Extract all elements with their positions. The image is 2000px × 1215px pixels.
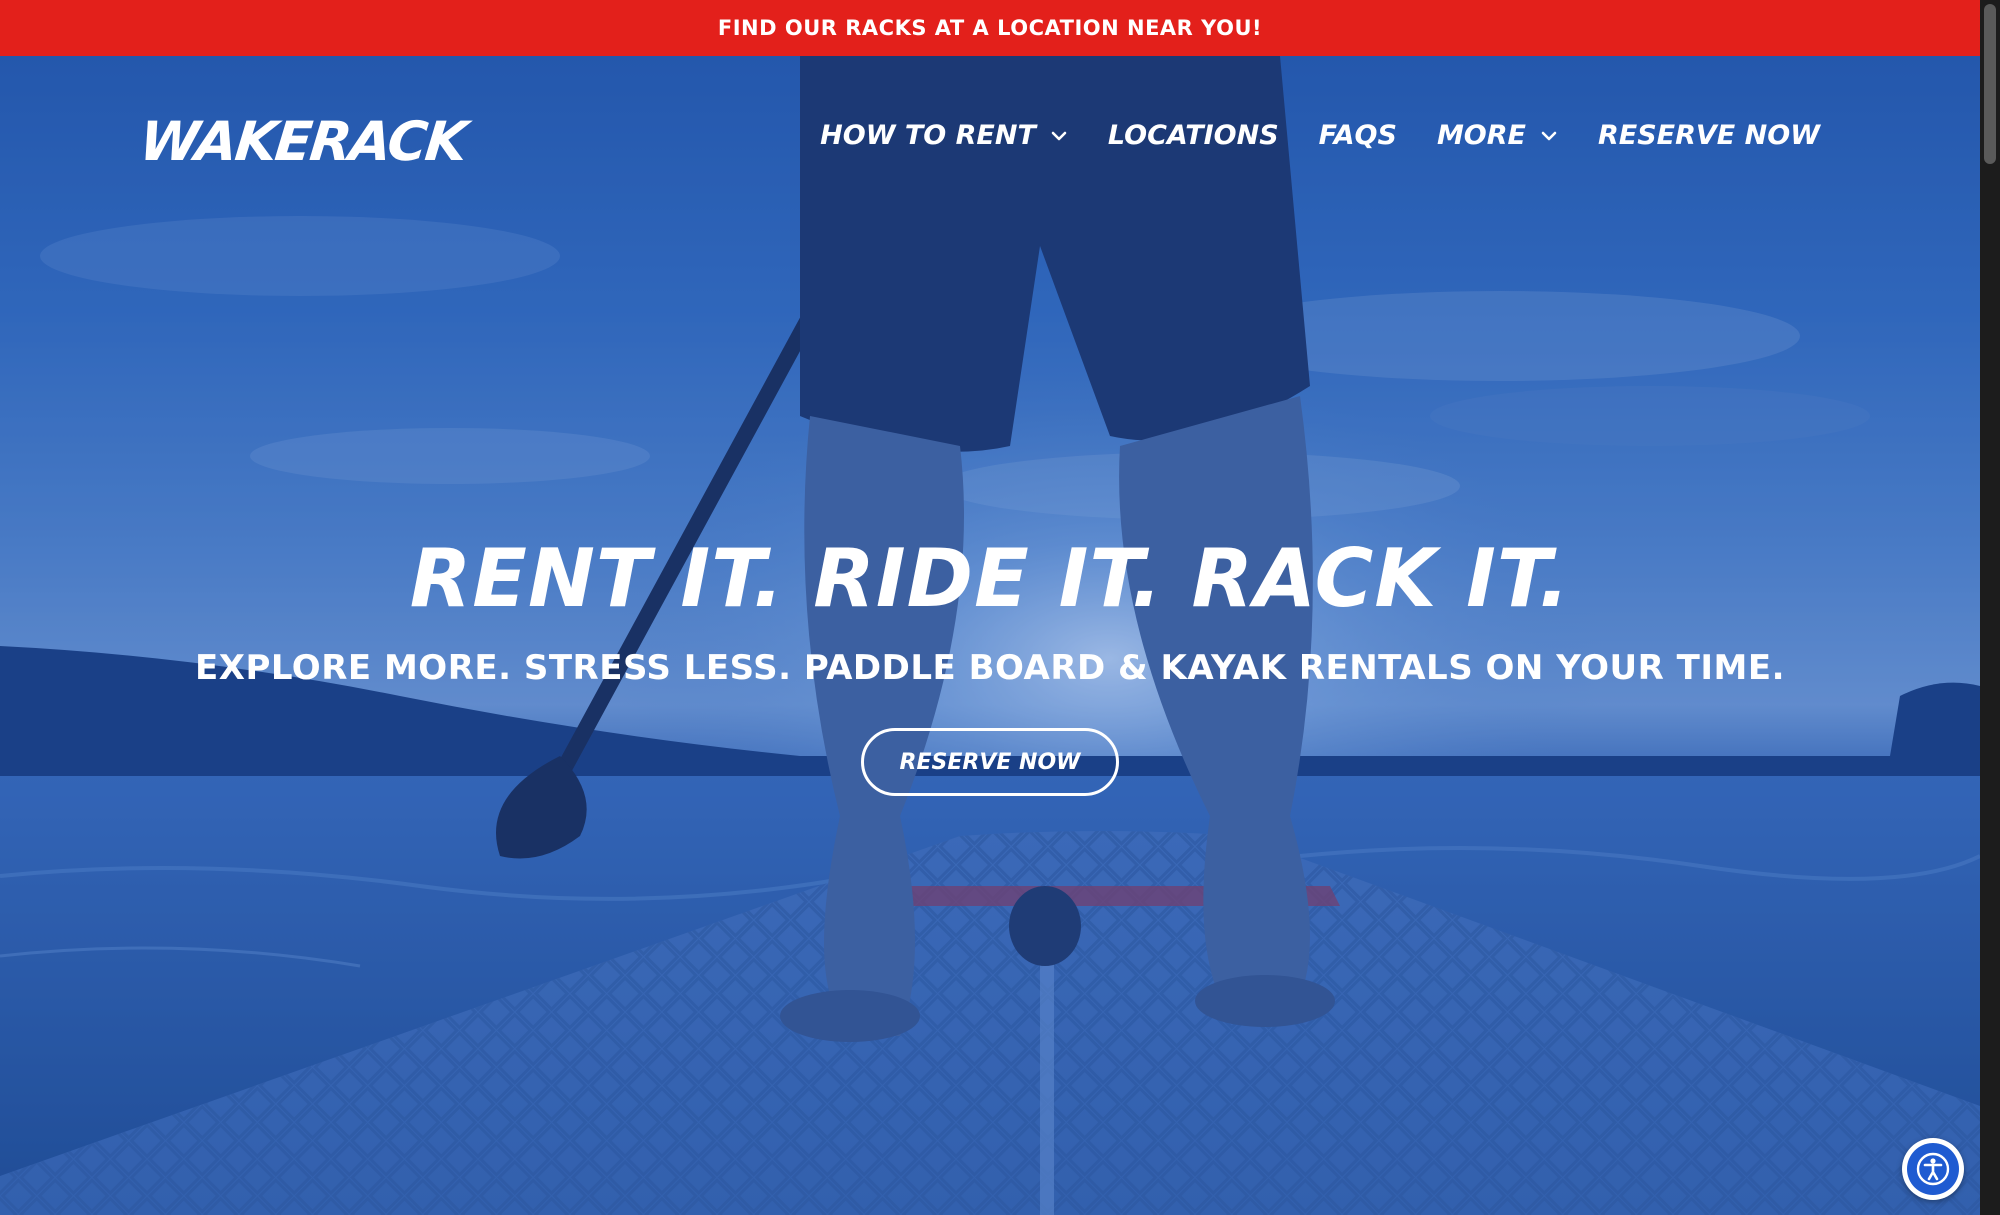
nav-more[interactable]: MORE	[1437, 120, 1558, 151]
site-header: WAKERACK HOW TO RENT LOCATIONS FAQS MORE	[0, 56, 1980, 226]
accessibility-button[interactable]	[1902, 1138, 1964, 1200]
scrollbar-thumb[interactable]	[1984, 4, 1996, 164]
nav-faqs[interactable]: FAQS	[1319, 120, 1397, 151]
nav-locations[interactable]: LOCATIONS	[1108, 120, 1279, 151]
nav-how-to-rent[interactable]: HOW TO RENT	[820, 120, 1068, 151]
hero-content: RENT IT. RIDE IT. RACK IT. EXPLORE MORE.…	[0, 520, 1980, 796]
chevron-down-icon	[1541, 131, 1557, 140]
hero-headline: RENT IT. RIDE IT. RACK IT.	[409, 532, 1571, 625]
site-logo[interactable]: WAKERACK	[137, 110, 469, 173]
reserve-now-button[interactable]: RESERVE NOW	[860, 728, 1120, 796]
page: FIND OUR RACKS AT A LOCATION NEAR YOU! W…	[0, 0, 2000, 1215]
accessibility-icon	[1907, 1143, 1959, 1195]
nav-reserve-now[interactable]: RESERVE NOW	[1598, 120, 1820, 151]
nav-label: FAQS	[1318, 120, 1397, 151]
nav-label: HOW TO RENT	[820, 120, 1036, 151]
nav-label: RESERVE NOW	[1598, 120, 1820, 151]
hero-subheadline: EXPLORE MORE. STRESS LESS. PADDLE BOARD …	[195, 648, 1785, 688]
announcement-bar: FIND OUR RACKS AT A LOCATION NEAR YOU!	[0, 0, 1980, 56]
chevron-down-icon	[1051, 131, 1067, 140]
nav-label: MORE	[1436, 120, 1526, 151]
announcement-link[interactable]: FIND OUR RACKS AT A LOCATION NEAR YOU!	[718, 16, 1262, 40]
scrollbar[interactable]	[1980, 0, 2000, 1215]
main-nav: HOW TO RENT LOCATIONS FAQS MORE RESERVE …	[820, 120, 1820, 151]
nav-label: LOCATIONS	[1107, 120, 1279, 151]
